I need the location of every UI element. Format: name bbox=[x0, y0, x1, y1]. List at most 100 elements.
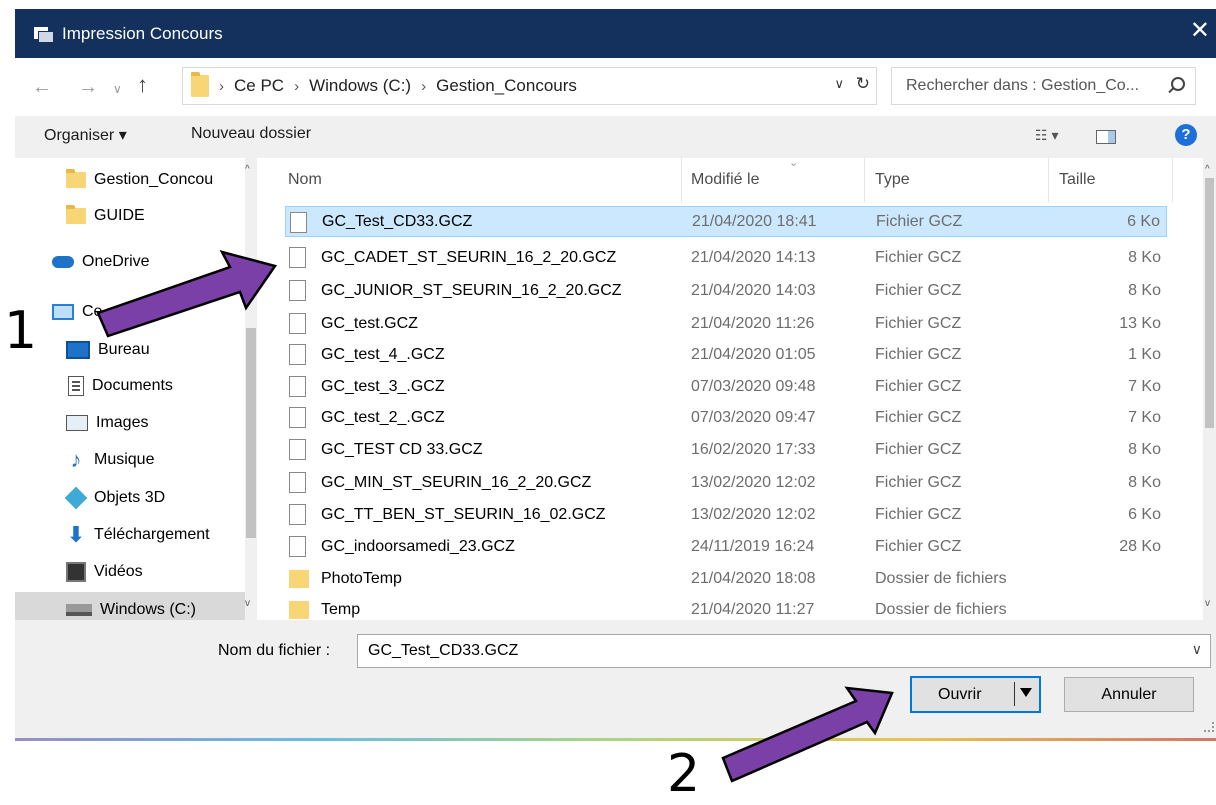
file-row[interactable]: GC_test_2_.GCZ 07/03/2020 09:47 Fichier … bbox=[285, 402, 1167, 433]
file-date: 07/03/2020 09:47 bbox=[691, 408, 816, 426]
sidebar-item-onedrive[interactable]: OneDrive bbox=[15, 244, 245, 280]
cancel-button[interactable]: Annuler bbox=[1064, 677, 1194, 712]
column-divider[interactable] bbox=[1048, 158, 1049, 202]
resize-grip-icon[interactable] bbox=[1204, 722, 1214, 732]
file-icon bbox=[289, 313, 306, 334]
images-icon bbox=[66, 415, 88, 431]
file-row[interactable]: GC_test_3_.GCZ 07/03/2020 09:48 Fichier … bbox=[285, 371, 1167, 402]
sidebar-item-label: Téléchargement bbox=[94, 526, 210, 543]
file-row[interactable]: GC_test.GCZ 21/04/2020 11:26 Fichier GCZ… bbox=[285, 308, 1167, 339]
file-list-scrollbar[interactable]: ^ v bbox=[1203, 158, 1216, 620]
sidebar-scrollbar[interactable]: ^ v bbox=[245, 158, 257, 620]
sidebar-item-gestion-concours[interactable]: Gestion_Concou bbox=[15, 162, 245, 198]
command-bar: Organiser ▾ Nouveau dossier ☷ ▾ ? bbox=[15, 116, 1216, 158]
refresh-icon[interactable]: ↻ bbox=[856, 74, 870, 94]
breadcrumb-separator-icon[interactable]: › bbox=[219, 78, 224, 95]
sidebar-item-label: Images bbox=[96, 414, 149, 431]
file-date: 21/04/2020 11:26 bbox=[691, 314, 815, 332]
file-row[interactable]: GC_indoorsamedi_23.GCZ 24/11/2019 16:24 … bbox=[285, 531, 1167, 562]
column-divider[interactable] bbox=[681, 158, 682, 202]
file-icon bbox=[289, 536, 306, 557]
file-date: 21/04/2020 14:03 bbox=[691, 281, 816, 299]
sidebar-item-telechargements[interactable]: ⬇ Téléchargement bbox=[15, 517, 245, 553]
breadcrumb-item[interactable]: Gestion_Concours bbox=[436, 76, 577, 96]
split-divider bbox=[1014, 682, 1015, 706]
file-row[interactable]: GC_MIN_ST_SEURIN_16_2_20.GCZ 13/02/2020 … bbox=[285, 467, 1167, 498]
breadcrumb-separator-icon[interactable]: › bbox=[294, 78, 299, 95]
close-icon[interactable]: ✕ bbox=[1190, 19, 1210, 43]
file-row[interactable]: GC_TEST CD 33.GCZ 16/02/2020 17:33 Fichi… bbox=[285, 434, 1167, 465]
sidebar-item-objets-3d[interactable]: Objets 3D bbox=[15, 480, 245, 516]
organise-menu-button[interactable]: Organiser ▾ bbox=[44, 125, 127, 145]
breadcrumb[interactable]: › Ce PC › Windows (C:) › Gestion_Concour… bbox=[182, 67, 877, 105]
column-header-size[interactable]: Taille bbox=[1059, 171, 1095, 189]
file-icon bbox=[289, 407, 306, 428]
view-options-icon[interactable]: ☷ ▾ bbox=[1035, 127, 1058, 144]
up-arrow-icon[interactable]: ↑ bbox=[137, 72, 148, 98]
recent-locations-chevron-icon[interactable]: ∨ bbox=[113, 82, 122, 96]
column-header-type[interactable]: Type bbox=[875, 171, 910, 189]
chevron-down-icon[interactable]: ∨ bbox=[1192, 641, 1202, 658]
scroll-up-icon[interactable]: ^ bbox=[245, 164, 250, 175]
file-name: Temp bbox=[321, 600, 361, 618]
file-size: 1 Ko bbox=[1128, 345, 1161, 363]
scroll-down-icon[interactable]: v bbox=[1205, 598, 1210, 609]
file-row[interactable]: GC_TT_BEN_ST_SEURIN_16_02.GCZ 13/02/2020… bbox=[285, 499, 1167, 530]
column-divider[interactable] bbox=[1172, 158, 1173, 202]
sidebar-item-guide[interactable]: GUIDE bbox=[15, 198, 245, 234]
file-row[interactable]: GC_CADET_ST_SEURIN_16_2_20.GCZ 21/04/202… bbox=[285, 242, 1167, 273]
preview-pane-icon[interactable] bbox=[1096, 130, 1116, 144]
file-date: 21/04/2020 18:08 bbox=[691, 569, 816, 587]
navigation-pane: Gestion_Concou GUIDE OneDrive Ce Bureau … bbox=[15, 158, 257, 628]
sidebar-item-label: Documents bbox=[92, 377, 173, 394]
file-icon bbox=[289, 247, 306, 268]
back-arrow-icon[interactable]: ← bbox=[32, 76, 52, 99]
file-type: Fichier GCZ bbox=[875, 248, 962, 266]
file-icon bbox=[289, 439, 306, 460]
breadcrumb-item[interactable]: Ce PC bbox=[234, 76, 284, 96]
file-name: GC_test_4_.GCZ bbox=[321, 345, 445, 363]
column-headers: Nom ⌄ Modifié le Type Taille bbox=[257, 157, 1187, 202]
sort-chevron-icon: ⌄ bbox=[789, 157, 799, 169]
background-strip bbox=[15, 738, 1216, 741]
search-input[interactable]: Rechercher dans : Gestion_Co... bbox=[891, 67, 1196, 105]
new-folder-button[interactable]: Nouveau dossier bbox=[191, 125, 311, 143]
sidebar-item-images[interactable]: Images bbox=[15, 405, 245, 441]
objects3d-icon bbox=[64, 486, 88, 510]
file-row[interactable]: GC_JUNIOR_ST_SEURIN_16_2_20.GCZ 21/04/20… bbox=[285, 275, 1167, 306]
scrollbar-thumb[interactable] bbox=[1205, 178, 1214, 428]
sidebar-item-this-pc[interactable]: Ce bbox=[15, 294, 245, 330]
file-type: Fichier GCZ bbox=[875, 440, 962, 458]
breadcrumb-separator-icon[interactable]: › bbox=[421, 78, 426, 95]
scroll-up-icon[interactable]: ^ bbox=[1205, 164, 1210, 175]
column-header-modified[interactable]: Modifié le bbox=[691, 171, 759, 189]
sidebar-item-documents[interactable]: Documents bbox=[15, 368, 245, 404]
help-icon[interactable]: ? bbox=[1175, 124, 1197, 146]
scrollbar-thumb[interactable] bbox=[246, 328, 256, 538]
file-date: 24/11/2019 16:24 bbox=[691, 537, 815, 555]
forward-arrow-icon[interactable]: → bbox=[78, 76, 98, 99]
file-date: 21/04/2020 14:13 bbox=[691, 248, 816, 266]
address-dropdown-icon[interactable]: ∨ bbox=[834, 76, 844, 92]
scroll-down-icon[interactable]: v bbox=[245, 598, 250, 609]
file-row[interactable]: GC_Test_CD33.GCZ 21/04/2020 18:41 Fichie… bbox=[285, 206, 1167, 237]
file-date: 07/03/2020 09:48 bbox=[691, 377, 816, 395]
onedrive-icon bbox=[52, 256, 74, 268]
file-size: 7 Ko bbox=[1128, 408, 1161, 426]
column-divider[interactable] bbox=[864, 158, 865, 202]
filename-field[interactable]: GC_Test_CD33.GCZ ∨ bbox=[357, 634, 1211, 668]
column-header-name[interactable]: Nom bbox=[288, 171, 322, 189]
file-name: GC_test_3_.GCZ bbox=[321, 377, 445, 395]
breadcrumb-item[interactable]: Windows (C:) bbox=[309, 76, 411, 96]
sidebar-item-bureau[interactable]: Bureau bbox=[15, 332, 245, 368]
folder-row[interactable]: PhotoTemp 21/04/2020 18:08 Dossier de fi… bbox=[285, 563, 1167, 594]
file-row[interactable]: GC_test_4_.GCZ 21/04/2020 01:05 Fichier … bbox=[285, 339, 1167, 370]
sidebar-item-videos[interactable]: Vidéos bbox=[15, 554, 245, 590]
open-dropdown-icon[interactable] bbox=[1020, 688, 1032, 697]
sidebar-item-musique[interactable]: ♪ Musique bbox=[15, 442, 245, 478]
file-type: Fichier GCZ bbox=[876, 212, 963, 230]
search-icon[interactable] bbox=[1171, 77, 1185, 91]
folder-icon bbox=[191, 72, 209, 97]
open-button[interactable]: Ouvrir bbox=[910, 676, 1041, 713]
video-icon bbox=[66, 562, 86, 582]
